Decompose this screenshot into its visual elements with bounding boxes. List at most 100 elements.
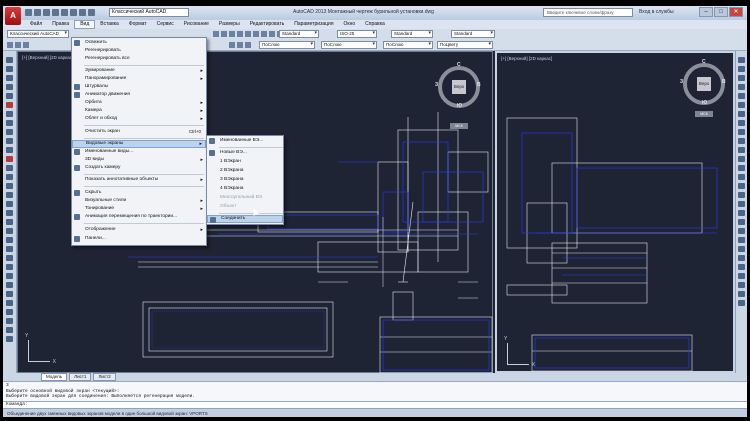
join-icon[interactable] xyxy=(738,165,745,171)
submenu-item-4-viewports[interactable]: 4 ВЭкрана xyxy=(207,185,283,193)
add-selected-icon[interactable] xyxy=(6,228,13,234)
pan-icon[interactable] xyxy=(213,31,219,37)
chamfer-icon[interactable] xyxy=(738,174,745,180)
maximize-button[interactable]: □ xyxy=(714,7,728,17)
menu-item-render[interactable]: Тонирование ▸ xyxy=(72,205,206,213)
signin-button[interactable]: Вход в службы xyxy=(639,9,674,15)
menu-item-3d-views[interactable]: 3D виды ▸ xyxy=(72,156,206,164)
autocad-logo-icon[interactable]: A xyxy=(5,7,21,25)
menu-item-create-camera[interactable]: Создать камеру xyxy=(72,164,206,172)
modify-extra-icon-9[interactable] xyxy=(738,273,745,279)
viewcube-face-top[interactable]: Верх xyxy=(697,77,711,91)
menu-item-regen-all[interactable]: Регенерировать все xyxy=(72,55,206,63)
viewcube-east[interactable]: В xyxy=(722,79,726,85)
viewcube-west[interactable]: З xyxy=(680,79,683,85)
menu-item-viewports[interactable]: Видовые экраны ▸ xyxy=(72,140,206,148)
undo-icon[interactable] xyxy=(70,9,77,16)
menu-item-zoom[interactable]: Зумирование ▸ xyxy=(72,67,206,75)
line-icon[interactable] xyxy=(6,57,13,63)
menu-item-hide[interactable]: Скрыть xyxy=(72,189,206,197)
viewcube-left[interactable]: С Ю З В Верх xyxy=(435,62,481,109)
modify-extra-icon-5[interactable] xyxy=(738,237,745,243)
break-icon[interactable] xyxy=(738,156,745,162)
save-icon[interactable] xyxy=(43,9,50,16)
draw-extra-icon-5[interactable] xyxy=(6,273,13,279)
menu-item-orbit[interactable]: Орбита ▸ xyxy=(72,99,206,107)
modify-extra-icon-3[interactable] xyxy=(738,219,745,225)
text-style-combo[interactable]: Standard xyxy=(279,30,319,38)
menu-help[interactable]: Справка xyxy=(360,20,390,29)
menu-item-steering-wheels[interactable]: Штурвалы xyxy=(72,83,206,91)
modify-extra-icon-2[interactable] xyxy=(738,210,745,216)
mtext-icon[interactable] xyxy=(6,219,13,225)
close-button[interactable]: ✕ xyxy=(729,7,743,17)
mirror-icon[interactable] xyxy=(738,75,745,81)
trim-icon[interactable] xyxy=(738,138,745,144)
design-center-icon[interactable] xyxy=(253,31,259,37)
tab-model[interactable]: Модель xyxy=(41,373,68,381)
make-current-icon[interactable] xyxy=(229,42,235,48)
draw-extra-icon-7[interactable] xyxy=(6,291,13,297)
linetype-combo[interactable]: ПоСлою xyxy=(321,41,377,49)
stretch-icon[interactable] xyxy=(738,129,745,135)
explode-icon[interactable] xyxy=(738,192,745,198)
copy-icon[interactable] xyxy=(738,66,745,72)
menu-item-pan[interactable]: Панорамирование ▸ xyxy=(72,75,206,83)
mleader-style-combo[interactable]: Standard xyxy=(451,30,495,38)
viewcube-south[interactable]: Ю xyxy=(702,100,707,106)
submenu-item-new-viewports[interactable]: Новые ВЭ... xyxy=(207,149,283,157)
layer-properties-icon[interactable] xyxy=(7,42,13,48)
menu-parametric[interactable]: Параметризация xyxy=(289,20,338,29)
draw-extra-icon-3[interactable] xyxy=(6,255,13,261)
revision-cloud-icon[interactable] xyxy=(6,120,13,126)
polygon-icon[interactable] xyxy=(6,84,13,90)
table-icon[interactable] xyxy=(6,210,13,216)
menu-format[interactable]: Формат xyxy=(124,20,152,29)
menu-item-showmotion[interactable]: Аниматор движения xyxy=(72,91,206,99)
layer-match-icon[interactable] xyxy=(245,42,251,48)
save-as-icon[interactable] xyxy=(52,9,59,16)
search-input[interactable]: Введите ключевое слово/фразу xyxy=(543,8,633,17)
plot-icon[interactable] xyxy=(61,9,68,16)
zoom-realtime-icon[interactable] xyxy=(221,31,227,37)
ellipse-icon[interactable] xyxy=(6,138,13,144)
ucs-menu-right[interactable]: МСК xyxy=(695,111,713,117)
tab-layout2[interactable]: Лист2 xyxy=(93,373,116,381)
modify-extra-icon-7[interactable] xyxy=(738,255,745,261)
menu-item-path-animation[interactable]: Анимация перемещения по траектории... xyxy=(72,213,206,221)
viewcube-north[interactable]: С xyxy=(702,59,706,65)
zoom-window-icon[interactable] xyxy=(229,31,235,37)
gradient-icon[interactable] xyxy=(6,192,13,198)
menu-item-clean-screen[interactable]: Очистить экран Ctrl+0 xyxy=(72,128,206,136)
viewcube-left-north[interactable]: С xyxy=(457,62,461,68)
layer-state-icon[interactable] xyxy=(15,42,21,48)
plotstyle-combo[interactable]: ПоЦвету xyxy=(437,41,493,49)
submenu-item-join[interactable]: Соединить xyxy=(207,215,283,223)
sheet-set-icon[interactable] xyxy=(269,31,275,37)
command-input[interactable]: Команда: xyxy=(3,401,747,408)
table-style-combo[interactable]: Standard xyxy=(391,30,433,38)
array-icon[interactable] xyxy=(738,93,745,99)
draw-extra-icon-12[interactable] xyxy=(6,336,13,342)
menu-item-redraw[interactable]: Освежить xyxy=(72,39,206,47)
menu-item-named-views[interactable]: Именованные виды... xyxy=(72,148,206,156)
dim-style-combo[interactable]: ISO-25 xyxy=(337,30,377,38)
modify-extra-icon-10[interactable] xyxy=(738,282,745,288)
color-combo[interactable]: ПоСлою xyxy=(259,41,315,49)
layer-on-icon[interactable] xyxy=(23,42,29,48)
draw-extra-icon-10[interactable] xyxy=(6,318,13,324)
menu-dimension[interactable]: Размеры xyxy=(214,20,245,29)
modify-extra-icon-11[interactable] xyxy=(738,291,745,297)
tab-layout1[interactable]: Лист1 xyxy=(69,373,92,381)
menu-window[interactable]: Окно xyxy=(339,20,361,29)
viewport-right[interactable]: [+] [Верхний] [2D каркас] Y X С Ю З В Ве… xyxy=(495,51,735,373)
layer-previous-icon[interactable] xyxy=(237,42,243,48)
viewcube-left-west[interactable]: З xyxy=(435,82,438,88)
region-icon[interactable] xyxy=(6,201,13,207)
draw-extra-icon-11[interactable] xyxy=(6,327,13,333)
construction-line-icon[interactable] xyxy=(6,66,13,72)
zoom-previous-icon[interactable] xyxy=(237,31,243,37)
draw-extra-icon-2[interactable] xyxy=(6,246,13,252)
submenu-item-polygonal-viewport[interactable]: Многоугольный ВЭ xyxy=(207,194,283,202)
new-file-icon[interactable] xyxy=(25,9,32,16)
